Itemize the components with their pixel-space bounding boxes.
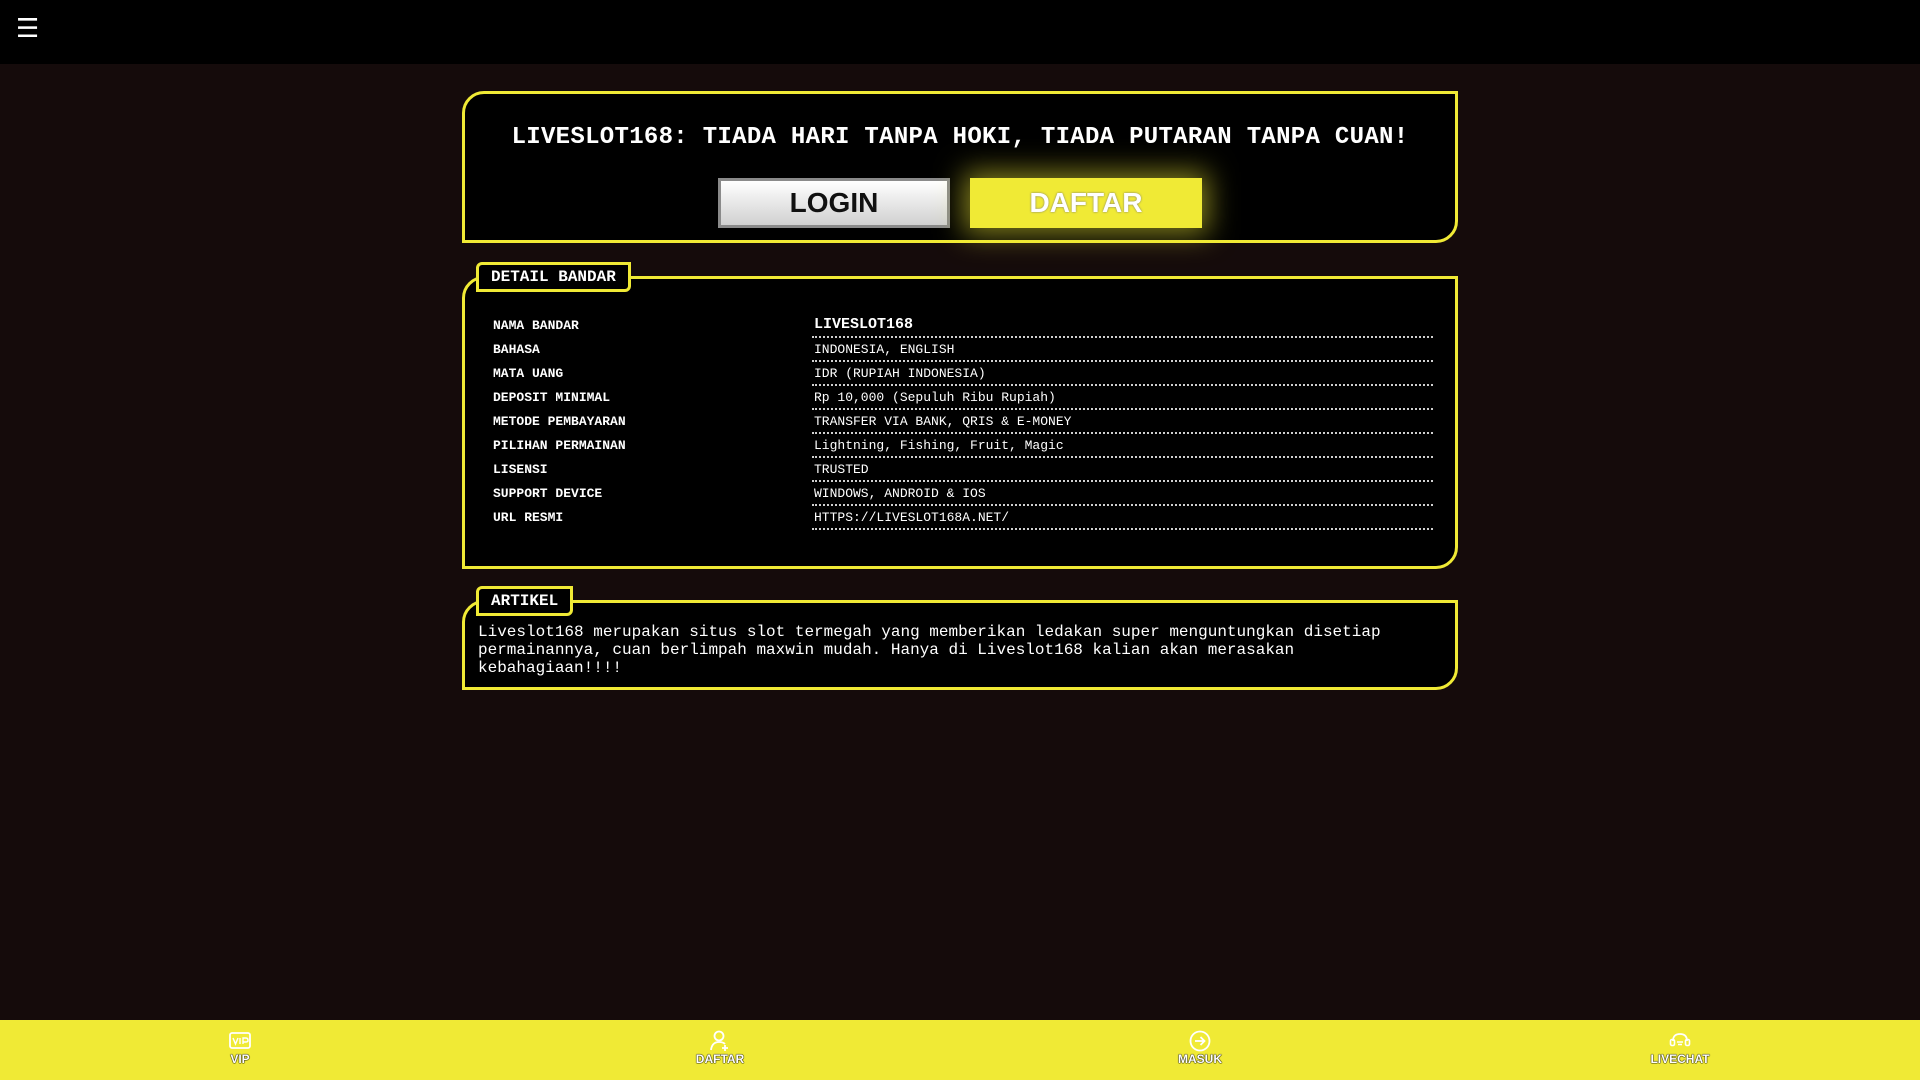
nav-vip[interactable]: VIP (180, 1030, 300, 1074)
detail-key: SUPPORT DEVICE (493, 485, 603, 501)
detail-key: PILIHAN PERMAINAN (493, 437, 626, 453)
detail-key: METODE PEMBAYARAN (493, 413, 626, 429)
detail-key: BAHASA (493, 341, 540, 357)
detail-bandar-panel: NAMA BANDAR LIVESLOT168 BAHASA INDONESIA… (462, 276, 1458, 569)
user-add-icon (710, 1030, 728, 1051)
artikel-legend: ARTIKEL (476, 586, 574, 616)
detail-value: TRANSFER VIA BANK, QRIS & E-MONEY (812, 409, 1433, 434)
nav-masuk[interactable]: MASUK (1140, 1030, 1260, 1074)
nav-label: VIP (230, 1052, 250, 1066)
top-bar: ☰ (0, 0, 1920, 64)
vip-icon (229, 1032, 251, 1049)
table-row: NAMA BANDAR LIVESLOT168 (489, 313, 1433, 338)
detail-key: NAMA BANDAR (493, 317, 579, 333)
login-button[interactable]: LOGIN (718, 178, 950, 228)
detail-value: WINDOWS, ANDROID & IOS (812, 481, 1433, 506)
detail-key: MATA UANG (493, 365, 564, 381)
detail-value: LIVESLOT168 (812, 313, 1433, 338)
table-row: PILIHAN PERMAINAN Lightning, Fishing, Fr… (489, 433, 1433, 458)
hero-panel: LIVESLOT168: TIADA HARI TANPA HOKI, TIAD… (462, 91, 1458, 243)
detail-key: DEPOSIT MINIMAL (493, 389, 611, 405)
detail-value: HTTPS://LIVESLOT168A.NET/ (812, 505, 1433, 530)
daftar-button[interactable]: DAFTAR (970, 178, 1202, 228)
table-row: LISENSI TRUSTED (489, 457, 1433, 482)
login-arrow-icon (1189, 1030, 1211, 1052)
artikel-text: Liveslot168 merupakan situs slot termega… (478, 623, 1381, 677)
nav-label: DAFTAR (695, 1052, 745, 1066)
table-row: DEPOSIT MINIMAL Rp 10,000 (Sepuluh Ribu … (489, 385, 1433, 410)
detail-value: Rp 10,000 (Sepuluh Ribu Rupiah) (812, 385, 1433, 410)
nav-label: LIVECHAT (1650, 1052, 1710, 1066)
hamburger-icon[interactable]: ☰ (16, 14, 39, 44)
nav-livechat[interactable]: LIVECHAT (1620, 1030, 1740, 1074)
table-row: SUPPORT DEVICE WINDOWS, ANDROID & IOS (489, 481, 1433, 506)
table-row: URL RESMI HTTPS://LIVESLOT168A.NET/ (489, 505, 1433, 530)
detail-value: INDONESIA, ENGLISH (812, 337, 1433, 362)
artikel-panel: Liveslot168 merupakan situs slot termega… (462, 600, 1458, 690)
detail-key: URL RESMI (493, 509, 564, 525)
detail-table: NAMA BANDAR LIVESLOT168 BAHASA INDONESIA… (489, 313, 1433, 530)
hero-title: LIVESLOT168: TIADA HARI TANPA HOKI, TIAD… (511, 124, 1409, 151)
bottom-nav: VIP DAFTAR MASUK LIVECHAT (0, 1020, 1920, 1080)
chat-icon (1669, 1033, 1691, 1047)
detail-value: TRUSTED (812, 457, 1433, 482)
nav-daftar[interactable]: DAFTAR (660, 1030, 780, 1074)
nav-label: MASUK (1178, 1052, 1222, 1066)
detail-bandar-legend: DETAIL BANDAR (476, 262, 631, 292)
detail-key: LISENSI (493, 461, 548, 477)
table-row: MATA UANG IDR (RUPIAH INDONESIA) (489, 361, 1433, 386)
detail-value: Lightning, Fishing, Fruit, Magic (812, 433, 1433, 458)
table-row: METODE PEMBAYARAN TRANSFER VIA BANK, QRI… (489, 409, 1433, 434)
table-row: BAHASA INDONESIA, ENGLISH (489, 337, 1433, 362)
detail-value: IDR (RUPIAH INDONESIA) (812, 361, 1433, 386)
